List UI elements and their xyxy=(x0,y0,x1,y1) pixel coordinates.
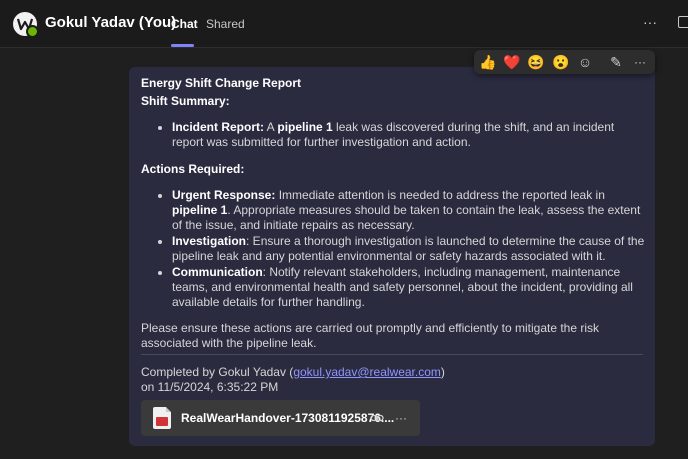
page-title: Gokul Yadav (You) xyxy=(45,14,177,31)
closing-text: Please ensure these actions are carried … xyxy=(141,321,600,350)
list-item: Urgent Response: Immediate attention is … xyxy=(172,188,646,233)
list-item: Incident Report: A pipeline 1 leak was d… xyxy=(172,120,646,150)
list-item-label: Communication xyxy=(172,265,263,279)
tab-chat[interactable]: Chat xyxy=(171,17,198,31)
more-options-icon[interactable]: ··· xyxy=(631,53,649,71)
file-attachment[interactable]: RealWearHandover-1730811925876.... ··· xyxy=(141,400,420,436)
divider xyxy=(141,354,643,355)
add-reaction-icon[interactable]: ☺ xyxy=(576,53,594,71)
edit-icon[interactable]: ✎ xyxy=(607,53,625,71)
message-body: Energy Shift Change Report Shift Summary… xyxy=(141,74,646,351)
list-item-text: Immediate attention is needed to address… xyxy=(275,188,605,202)
thumbs-up-icon[interactable]: 👍 xyxy=(479,53,497,71)
list-item-text: A xyxy=(264,120,278,134)
reaction-bar: 👍 ❤️ 😆 😮 ☺ ✎ ··· xyxy=(474,50,655,74)
list-item-label: Incident Report: xyxy=(172,120,264,134)
email-link[interactable]: gokul.yadav@realwear.com xyxy=(293,365,441,379)
list-item-label: Investigation xyxy=(172,234,247,248)
file-more-options-icon[interactable]: ··· xyxy=(394,411,408,425)
message-title: Energy Shift Change Report xyxy=(141,76,302,90)
laugh-icon[interactable]: 😆 xyxy=(527,53,545,71)
completed-date: on 11/5/2024, 6:35:22 PM xyxy=(141,380,279,394)
actions-list: Urgent Response: Immediate attention is … xyxy=(141,188,646,310)
surprised-icon[interactable]: 😮 xyxy=(552,53,570,71)
list-item-emphasis: pipeline 1 xyxy=(172,203,228,217)
completed-prefix: Completed by Gokul Yadav ( xyxy=(141,365,294,379)
list-item-emphasis: pipeline 1 xyxy=(277,120,333,134)
link-icon[interactable] xyxy=(370,411,384,425)
presence-available-icon xyxy=(26,25,39,38)
summary-list: Incident Report: A pipeline 1 leak was d… xyxy=(141,120,646,150)
list-item: Investigation: Ensure a thorough investi… xyxy=(172,234,646,264)
list-item: Communication: Notify relevant stakehold… xyxy=(172,265,646,310)
pop-out-icon[interactable] xyxy=(678,16,688,28)
more-options-icon[interactable]: ··· xyxy=(642,14,658,30)
chat-header: Gokul Yadav (You) Chat Shared ··· xyxy=(0,0,688,48)
list-item-label: Urgent Response: xyxy=(172,188,276,202)
actions-heading: Actions Required: xyxy=(141,162,245,176)
list-item-text: . Appropriate measures should be taken t… xyxy=(172,203,641,232)
file-name[interactable]: RealWearHandover-1730811925876.... xyxy=(181,411,394,425)
active-tab-indicator xyxy=(171,44,194,47)
completed-info: Completed by Gokul Yadav (gokul.yadav@re… xyxy=(141,365,621,395)
heart-icon[interactable]: ❤️ xyxy=(503,53,521,71)
completed-suffix: ) xyxy=(440,365,445,379)
avatar[interactable] xyxy=(13,12,39,38)
shift-summary-heading: Shift Summary: xyxy=(141,94,230,108)
pdf-file-icon xyxy=(153,407,171,429)
tab-shared[interactable]: Shared xyxy=(206,17,245,31)
